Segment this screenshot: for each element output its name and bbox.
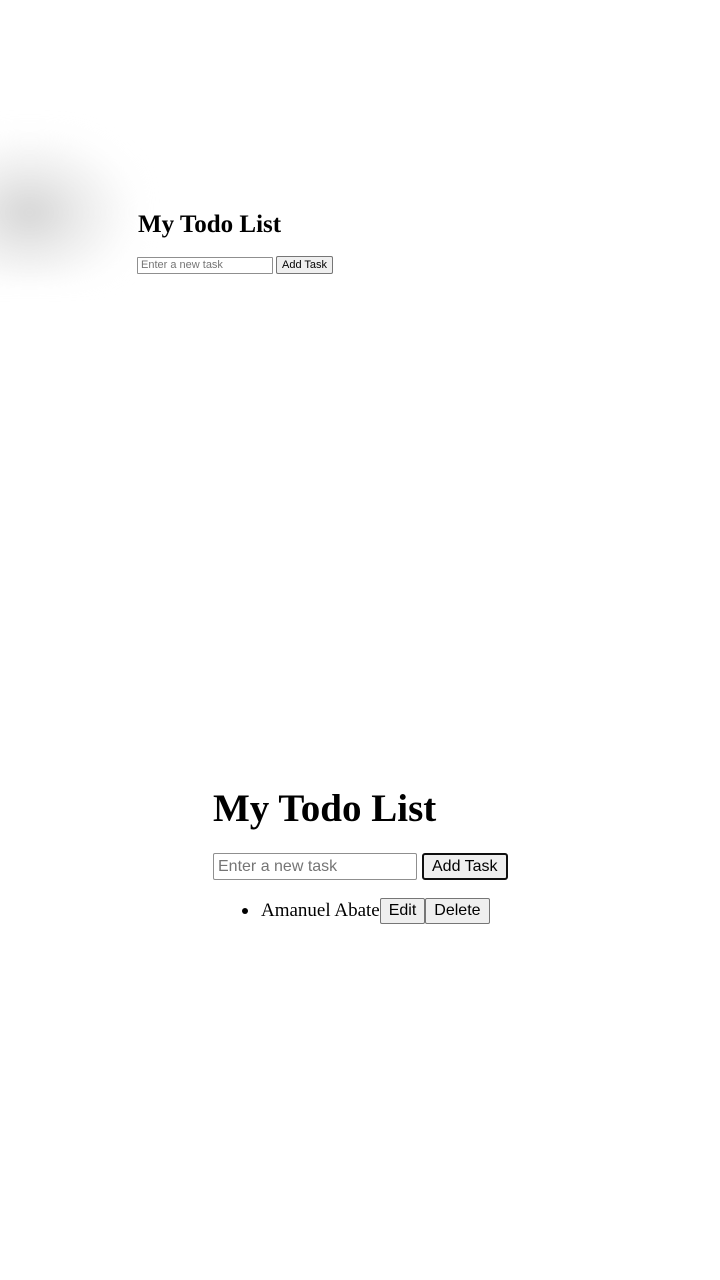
new-task-input[interactable] [137, 256, 273, 274]
add-task-button[interactable]: Add Task [276, 256, 334, 274]
add-task-form: Add Task [137, 256, 334, 274]
bullet-icon [242, 908, 248, 914]
list-item: Amanuel Abate Edit Delete [213, 898, 490, 924]
blurred-smudge [0, 130, 140, 280]
todo-app-bottom: My Todo List Add Task Amanuel Abate Edit… [213, 786, 508, 924]
task-list: Amanuel Abate Edit Delete [213, 898, 490, 924]
add-task-button[interactable]: Add Task [422, 853, 508, 880]
page-title: My Todo List [138, 211, 282, 238]
edit-button[interactable]: Edit [379, 898, 426, 924]
todo-app-top: My Todo List Add Task [137, 209, 334, 274]
page-title: My Todo List [213, 787, 437, 830]
new-task-input[interactable] [213, 853, 417, 880]
add-task-form: Add Task [213, 853, 508, 880]
delete-button[interactable]: Delete [425, 898, 490, 924]
task-text: Amanuel Abate [261, 900, 380, 921]
